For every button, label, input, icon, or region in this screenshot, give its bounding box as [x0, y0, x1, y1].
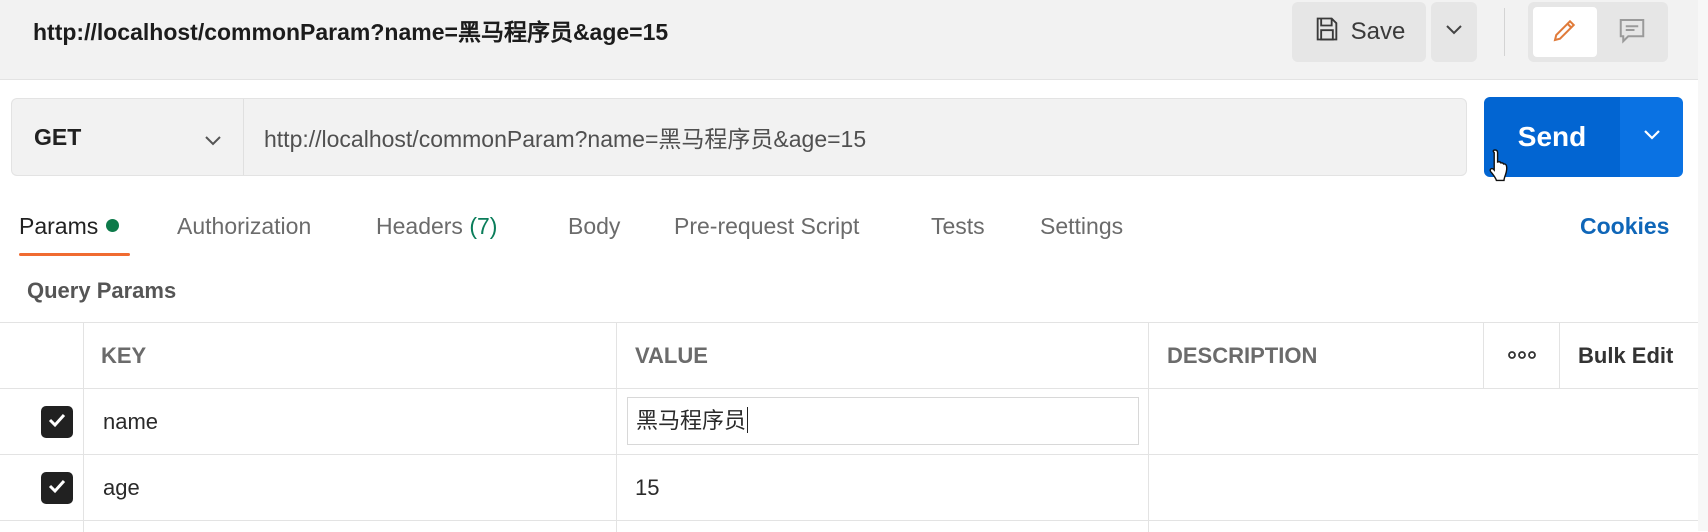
edit-mode-button[interactable]	[1533, 7, 1597, 57]
save-label: Save	[1350, 18, 1406, 45]
chevron-down-icon	[1642, 128, 1662, 147]
save-icon	[1313, 15, 1341, 50]
scrollbar-track[interactable]	[1698, 0, 1708, 531]
save-options-button[interactable]	[1431, 2, 1477, 62]
tab-params[interactable]: Params	[19, 208, 120, 244]
tab-settings[interactable]: Settings	[1040, 208, 1123, 244]
tab-authorization[interactable]: Authorization	[177, 208, 311, 244]
table-row: age 15	[0, 455, 1708, 521]
column-divider	[616, 521, 617, 532]
headers-count-badge: (7)	[469, 213, 498, 239]
column-divider	[1148, 521, 1149, 532]
http-method-select[interactable]: GET	[11, 98, 243, 176]
table-row	[0, 521, 1708, 532]
query-params-table: KEY VALUE DESCRIPTION Bulk Edit name 黑马程…	[0, 322, 1708, 532]
column-header-description: DESCRIPTION	[1167, 343, 1318, 368]
tab-params-label: Params	[19, 213, 99, 239]
active-tab-indicator	[19, 253, 130, 256]
tab-headers[interactable]: Headers (7)	[376, 208, 497, 244]
column-divider	[83, 389, 84, 454]
param-enabled-checkbox[interactable]	[41, 472, 73, 504]
chevron-down-icon	[203, 127, 223, 154]
column-divider	[1148, 389, 1149, 454]
table-row: name 黑马程序员	[0, 389, 1708, 455]
query-params-title: Query Params	[27, 278, 177, 303]
pencil-icon	[1550, 15, 1580, 50]
tab-pre-request-script[interactable]: Pre-request Script	[674, 208, 859, 244]
checkmark-icon	[46, 475, 68, 502]
cookies-link[interactable]: Cookies	[1580, 208, 1669, 244]
chevron-down-icon	[1445, 23, 1463, 41]
view-mode-toggle	[1528, 2, 1668, 62]
column-divider	[616, 389, 617, 454]
tab-body[interactable]: Body	[568, 208, 620, 244]
param-description-field[interactable]	[1167, 455, 1687, 521]
column-divider	[616, 455, 617, 520]
param-value-text: 黑马程序员	[636, 408, 747, 433]
more-options-button[interactable]	[1484, 323, 1560, 389]
column-divider	[1148, 455, 1149, 520]
column-divider	[1148, 323, 1149, 388]
param-key-field[interactable]: age	[103, 455, 140, 521]
bulk-edit-button[interactable]: Bulk Edit	[1578, 323, 1673, 389]
column-divider	[83, 455, 84, 520]
tab-tests[interactable]: Tests	[931, 208, 985, 244]
request-tab-header: http://localhost/commonParam?name=黑马程序员&…	[0, 0, 1708, 80]
column-divider	[83, 323, 84, 388]
table-header-row: KEY VALUE DESCRIPTION Bulk Edit	[0, 323, 1708, 389]
param-value-field[interactable]: 15	[635, 455, 659, 521]
column-divider	[83, 521, 84, 532]
text-cursor	[747, 407, 749, 433]
hand-pointer-icon	[1487, 148, 1513, 189]
param-description-field[interactable]	[1167, 389, 1687, 455]
param-key-field[interactable]: name	[103, 389, 158, 455]
request-url-input[interactable]: http://localhost/commonParam?name=黑马程序员&…	[243, 98, 1467, 176]
more-options-icon	[1507, 347, 1537, 365]
column-divider	[616, 323, 617, 388]
tab-headers-label: Headers	[376, 213, 463, 239]
toolbar-divider	[1504, 8, 1505, 56]
send-options-button[interactable]	[1620, 97, 1683, 177]
column-header-key: KEY	[101, 343, 147, 368]
checkmark-icon	[46, 409, 68, 436]
comment-icon	[1617, 15, 1647, 50]
column-header-value: VALUE	[635, 343, 708, 368]
param-enabled-checkbox[interactable]	[41, 406, 73, 438]
save-button[interactable]: Save	[1292, 2, 1426, 62]
request-tab-title[interactable]: http://localhost/commonParam?name=黑马程序员&…	[33, 16, 668, 48]
param-value-field[interactable]: 黑马程序员	[627, 397, 1139, 445]
params-status-dot	[106, 219, 120, 232]
http-method-value: GET	[34, 123, 82, 150]
comments-button[interactable]	[1600, 7, 1664, 57]
